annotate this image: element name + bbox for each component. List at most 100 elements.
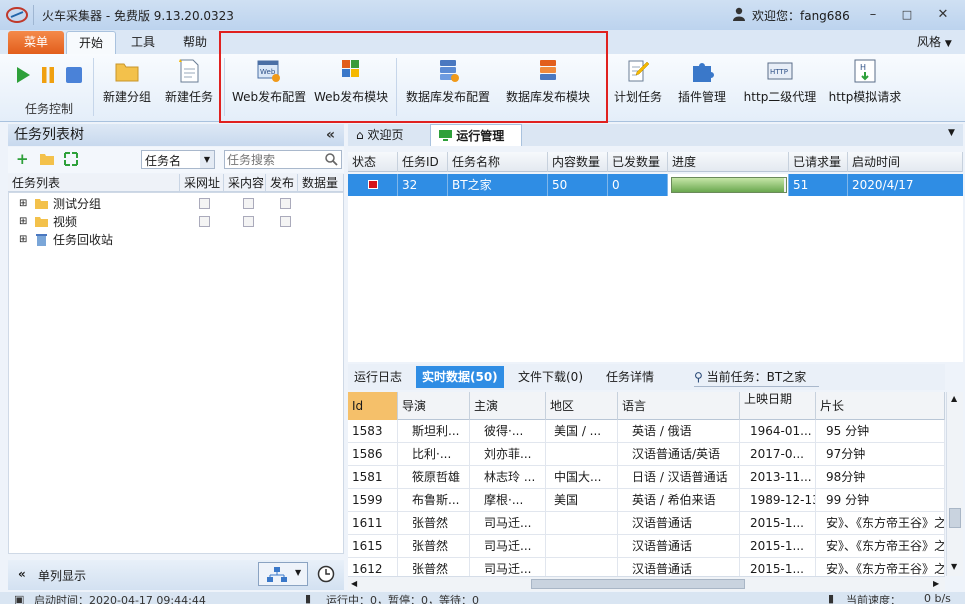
tree-item-recycle-bin[interactable]: ⊞ 任务回收站 [13, 231, 343, 249]
scroll-up-icon[interactable]: ▲ [951, 394, 957, 403]
tab-file-download[interactable]: 文件下载(0) [512, 366, 589, 388]
folder-icon[interactable] [40, 153, 54, 165]
collapse-panel-button[interactable]: « [326, 124, 335, 146]
col-director[interactable]: 导演 [398, 392, 470, 420]
col-task-name[interactable]: 任务名称 [448, 152, 548, 172]
data-row[interactable]: 1586 比利·... 刘亦菲... 汉语普通话/英语 2017-0... 97分钟 [348, 443, 945, 466]
scroll-right-icon[interactable]: ▶ [933, 579, 939, 588]
new-document-icon [179, 59, 199, 83]
chevrons-left-icon[interactable]: « [18, 567, 26, 581]
expand-icon[interactable]: ⊞ [19, 231, 27, 249]
col-cast[interactable]: 主演 [470, 392, 546, 420]
minimize-button[interactable]: – [862, 6, 884, 24]
data-row[interactable]: 1581 筱原哲雄 林志玲 ... 中国大... 日语 / 汉语普通话 2013-11..… [348, 466, 945, 489]
data-row[interactable]: 1583 斯坦利... 彼得·... 美国 / ... 英语 / 俄语 1964-01..… [348, 420, 945, 443]
tab-run-log[interactable]: 运行日志 [348, 366, 408, 388]
scrollbar-thumb[interactable] [949, 508, 961, 528]
checkbox-collect-url[interactable] [199, 198, 210, 209]
pause-button[interactable] [40, 66, 56, 87]
expand-icon[interactable] [64, 152, 78, 166]
tab-run-management[interactable]: 运行管理 [430, 124, 522, 146]
new-group-button[interactable]: 新建分组 [100, 54, 154, 120]
col-region[interactable]: 地区 [546, 392, 618, 420]
checkbox-collect-content[interactable] [243, 216, 254, 227]
scroll-left-icon[interactable]: ◀ [351, 579, 357, 588]
chevron-down-icon: ▼ [944, 39, 952, 49]
tab-help[interactable]: 帮助 [170, 31, 220, 54]
checkbox-collect-content[interactable] [243, 198, 254, 209]
col-published-count[interactable]: 已发数量 [608, 152, 668, 172]
data-cell: 斯坦利... [398, 420, 470, 443]
app-logo-icon [6, 7, 28, 23]
user-icon [733, 7, 745, 24]
expand-icon[interactable]: ⊞ [19, 213, 27, 231]
col-language[interactable]: 语言 [618, 392, 740, 420]
checkbox-collect-url[interactable] [199, 216, 210, 227]
close-button[interactable]: ✕ [932, 6, 954, 24]
data-cell: 1581 [348, 466, 398, 489]
col-progress[interactable]: 进度 [668, 152, 789, 172]
scroll-down-icon[interactable]: ▼ [951, 562, 957, 571]
http-simulate-button[interactable]: H http模拟请求 [826, 54, 904, 120]
task-row[interactable]: 32 BT之家 50 0 51 2020/4/17 14:21:27 [348, 174, 963, 214]
data-cell: 2015-1... [740, 535, 816, 558]
monitor-icon [439, 130, 452, 141]
col-requested[interactable]: 已请求量 [789, 152, 848, 172]
folder-icon [35, 199, 48, 209]
add-icon[interactable]: + [16, 152, 29, 167]
data-cell: 司马迁... [470, 558, 546, 576]
data-cell: 筱原哲雄 [398, 466, 470, 489]
style-menu-label: 风格 [917, 35, 942, 49]
stopped-status-icon [368, 180, 378, 189]
col-start-time[interactable]: 启动时间 [848, 152, 963, 172]
tree-item-test-group[interactable]: ⊞ 测试分组 [13, 195, 343, 213]
tree-item-label: 任务回收站 [53, 233, 114, 247]
col-status[interactable]: 状态 [348, 152, 398, 172]
data-row[interactable]: 1611 张普然 司马迁... 汉语普通话 2015-1... 安》、《东方帝王谷》之 [348, 512, 945, 535]
tab-menu[interactable]: 菜单 [8, 31, 64, 54]
checkbox-publish[interactable] [280, 216, 291, 227]
horizontal-scrollbar[interactable]: ◀ ▶ [348, 576, 945, 591]
http-request-icon-text: H [860, 63, 866, 72]
plugin-manager-button[interactable]: 插件管理 [672, 54, 732, 120]
clock-icon[interactable] [317, 565, 335, 583]
task-search-field[interactable] [224, 150, 342, 169]
stop-button[interactable] [65, 66, 83, 87]
data-cell [546, 535, 618, 558]
col-task-id[interactable]: 任务ID [398, 152, 448, 172]
col-content-count[interactable]: 内容数量 [548, 152, 608, 172]
play-button[interactable] [15, 66, 31, 87]
single-column-toggle[interactable]: 单列显示 [38, 567, 86, 584]
data-row[interactable]: 1612 张普然 司马迁... 汉语普通话 2015-1... 安》、《东方帝王谷》之 [348, 558, 945, 576]
status-speed-value: 0 b/s [924, 592, 951, 604]
data-cell: 英语 / 希伯来语 [618, 489, 740, 512]
tab-welcome[interactable]: ⌂ 欢迎页 [348, 124, 430, 146]
search-icon[interactable] [325, 153, 338, 166]
data-row[interactable]: 1599 布鲁斯... 摩根·... 美国 英语 / 希伯来语 1989-12-13 99 … [348, 489, 945, 512]
checkbox-publish[interactable] [280, 198, 291, 209]
http-proxy-button[interactable]: HTTP http二级代理 [738, 54, 822, 120]
col-release-date[interactable]: 上映日期 [740, 392, 816, 420]
tab-start[interactable]: 开始 [66, 31, 116, 54]
maximize-button[interactable]: □ [896, 6, 918, 24]
chevron-down-icon: ▼ [200, 151, 214, 168]
layout-dropdown-button[interactable]: ▼ [258, 562, 308, 586]
tab-tools[interactable]: 工具 [118, 31, 168, 54]
col-id[interactable]: Id [348, 392, 398, 420]
data-cell: 英语 / 俄语 [618, 420, 740, 443]
col-runtime[interactable]: 片长 [816, 392, 945, 420]
tab-realtime-data[interactable]: 实时数据(50) [416, 366, 504, 388]
filter-select[interactable]: 任务名 ▼ [141, 150, 215, 169]
annotation-highlight-box [219, 31, 608, 123]
hscroll-thumb[interactable] [531, 579, 745, 589]
new-task-button[interactable]: 新建任务 [162, 54, 216, 120]
vertical-scrollbar[interactable]: ▲ ▼ [946, 392, 963, 576]
tree-item-video[interactable]: ⊞ 视频 [13, 213, 343, 231]
tab-task-details[interactable]: 任务详情 [600, 366, 660, 388]
scheduled-task-button[interactable]: 计划任务 [612, 54, 664, 120]
tabs-overflow-dropdown[interactable]: ▼ [948, 128, 955, 138]
expand-icon[interactable]: ⊞ [19, 195, 27, 213]
data-row[interactable]: 1615 张普然 司马迁... 汉语普通话 2015-1... 安》、《东方帝王谷》之 [348, 535, 945, 558]
style-menu[interactable]: 风格 ▼ [917, 33, 952, 50]
task-search-input[interactable] [227, 152, 319, 167]
